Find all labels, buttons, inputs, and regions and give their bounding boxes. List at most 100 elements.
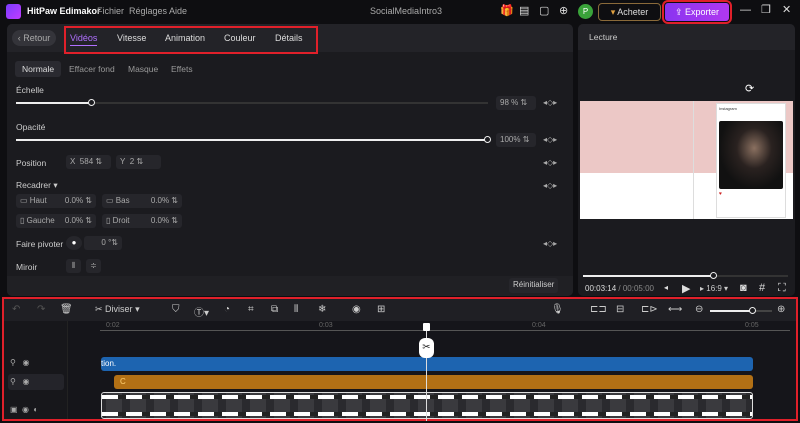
rotate-unit: °: [108, 238, 112, 247]
subtab-effacer-fond[interactable]: Effacer fond: [69, 64, 115, 74]
resize-icon[interactable]: ⧉: [271, 304, 278, 315]
crop-label[interactable]: Recadrer ▾: [16, 180, 58, 191]
playhead-handle[interactable]: [423, 323, 430, 331]
position-label: Position: [16, 158, 47, 168]
keyframe-rotate-icon[interactable]: ◂◇▸: [543, 239, 557, 248]
opacity-track[interactable]: [16, 139, 488, 141]
undo-icon[interactable]: ↶: [12, 304, 20, 315]
track-audio-controls[interactable]: ⚲ ◉: [10, 377, 30, 386]
tab-vitesse[interactable]: Vitesse: [117, 33, 146, 43]
speed-icon[interactable]: ◔: [224, 304, 230, 315]
crop-droit-input[interactable]: ▯ Droit 0.0% ⇅: [102, 214, 182, 228]
menu-fichier[interactable]: Fichier: [97, 6, 124, 16]
grid-icon[interactable]: #: [759, 282, 765, 294]
buy-button[interactable]: ▾ Acheter: [598, 3, 661, 21]
zoom-out-icon[interactable]: ⊖: [695, 304, 703, 315]
rotate-dial[interactable]: ●: [66, 236, 82, 250]
position-x-input[interactable]: X 584 ⇅: [66, 155, 111, 169]
keyframe-position-icon[interactable]: ◂◇▸: [543, 158, 557, 167]
opacity-slider-knob[interactable]: [484, 136, 491, 143]
zoom-track[interactable]: [710, 310, 772, 312]
y-label: Y: [120, 157, 126, 166]
play-icon[interactable]: ▶: [682, 282, 690, 295]
track-text-controls[interactable]: ⚲ ◉: [10, 358, 30, 367]
menu-aide[interactable]: Aide: [169, 6, 187, 16]
scale-slider-knob[interactable]: [87, 99, 95, 106]
link-icon[interactable]: ⊏⊐: [590, 304, 607, 315]
scale-input[interactable]: 98 % ⇅: [496, 96, 536, 110]
close-icon[interactable]: ✕: [782, 3, 791, 16]
crop-gauche-input[interactable]: ▯ Gauche 0.0% ⇅: [16, 214, 96, 228]
keyframe-scale-icon[interactable]: ◂◇▸: [543, 98, 557, 107]
instagram-frame[interactable]: Instagram ♥: [716, 103, 786, 218]
export-button[interactable]: ⇪ Exporter: [662, 0, 732, 24]
zoom-fill: [710, 310, 754, 312]
zoom-in-icon[interactable]: ⊕: [777, 304, 785, 315]
position-y-input[interactable]: Y 2 ⇅: [116, 155, 161, 169]
snapshot-icon[interactable]: ◙: [740, 282, 747, 294]
menu-reglages[interactable]: Réglages: [129, 6, 167, 16]
opacity-input[interactable]: 100% ⇅: [496, 133, 536, 147]
rotate-input[interactable]: 0 °⇅: [84, 236, 122, 250]
gift-icon[interactable]: 🎁: [500, 4, 514, 17]
playback-track[interactable]: [583, 275, 788, 277]
aspect-ratio-select[interactable]: ▸ 16:9 ▾: [700, 284, 728, 293]
person-icon[interactable]: ◉: [352, 304, 361, 315]
crop-droit-label: Droit: [112, 216, 130, 225]
split-button[interactable]: ✂ Diviser ▾: [95, 304, 140, 315]
tab-animation[interactable]: Animation: [165, 33, 205, 43]
microphone-icon[interactable]: 🎙: [551, 304, 564, 315]
redo-icon[interactable]: ↷: [37, 304, 45, 315]
text-icon[interactable]: Ⓣ▾: [194, 304, 209, 319]
delete-icon[interactable]: 🗑: [60, 304, 73, 315]
crop-bas-value: 0.0%: [150, 196, 170, 205]
track-video-controls[interactable]: ▣ ◉ ◐: [10, 405, 38, 414]
download-icon[interactable]: ⊕: [559, 4, 568, 17]
text-clip[interactable]: tion.: [101, 357, 753, 371]
back-button[interactable]: ‹ Retour: [12, 30, 56, 46]
detach-icon[interactable]: ⊏⊳: [641, 304, 658, 315]
rotate-label: Faire pivoter: [16, 239, 64, 249]
keyframe-opacity-icon[interactable]: ◂◇▸: [543, 135, 557, 144]
reset-button[interactable]: Réinitialiser: [509, 278, 559, 293]
app-logo: [6, 4, 21, 19]
audio-clip[interactable]: C: [114, 375, 753, 389]
tick-label: 0:04: [532, 322, 546, 329]
mirror-label: Miroir: [16, 262, 38, 272]
avatar[interactable]: P: [578, 4, 593, 19]
mirror-horizontal-icon[interactable]: ⫴: [66, 259, 81, 273]
player-title: Lecture: [589, 32, 618, 42]
split-audio-icon[interactable]: ⊟: [616, 304, 624, 315]
subtab-masque[interactable]: Masque: [128, 64, 158, 74]
tab-details[interactable]: Détails: [275, 33, 303, 43]
mask-icon[interactable]: ⛉: [172, 304, 180, 315]
add-clip-icon[interactable]: ⊞: [377, 304, 385, 315]
video-clip[interactable]: [101, 392, 753, 419]
split-at-playhead-icon[interactable]: ✂: [419, 338, 434, 358]
restore-icon[interactable]: ❐: [761, 3, 771, 16]
crop-haut-input[interactable]: ▭ Haut 0.0% ⇅: [16, 194, 96, 208]
scale-track[interactable]: [16, 102, 488, 104]
minimize-icon[interactable]: —: [740, 4, 751, 16]
mirror-icon[interactable]: ⫴: [294, 304, 298, 315]
buy-label: Acheter: [617, 7, 649, 17]
crop-gauche-value: 0.0%: [64, 216, 84, 225]
subtab-effets[interactable]: Effets: [171, 64, 193, 74]
rotate-handle-icon[interactable]: ⟳: [745, 82, 754, 95]
prev-frame-icon[interactable]: ◂: [664, 283, 668, 292]
aspect-ratio-value: 16:9: [706, 284, 722, 293]
opacity-label: Opacité: [16, 122, 46, 132]
crop-bas-input[interactable]: ▭ Bas 0.0% ⇅: [102, 194, 182, 208]
mirror-vertical-icon[interactable]: ≑: [86, 259, 101, 273]
fit-icon[interactable]: ⟷: [668, 304, 682, 315]
layout-icon[interactable]: ▤: [519, 4, 529, 17]
tab-couleur[interactable]: Couleur: [224, 33, 256, 43]
feedback-icon[interactable]: ▢: [539, 4, 549, 17]
subtab-normale[interactable]: Normale: [15, 61, 62, 77]
tab-videos[interactable]: Vidéos: [70, 33, 98, 46]
keyframe-crop-icon[interactable]: ◂◇▸: [543, 181, 557, 190]
portrait-image: [719, 121, 783, 189]
fullscreen-icon[interactable]: ⛶: [778, 282, 786, 295]
freeze-icon[interactable]: ❄: [318, 304, 326, 315]
crop-icon[interactable]: ⌗: [248, 304, 254, 315]
